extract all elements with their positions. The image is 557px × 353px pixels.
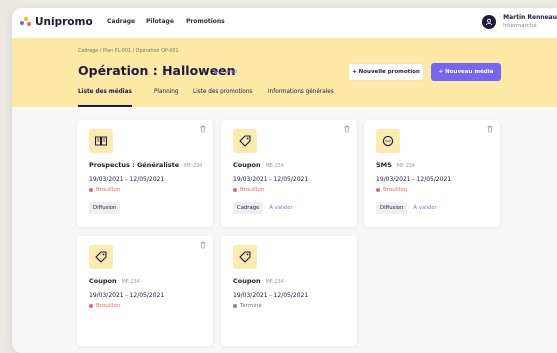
card-title: Prospectus : Généraliste	[89, 161, 180, 169]
card-status-label: Brouillon	[96, 187, 121, 193]
card-status-label: Brouillon	[240, 187, 265, 193]
tag-icon	[233, 129, 257, 153]
status-dot-icon	[214, 70, 217, 74]
card-status: Brouillon	[89, 303, 120, 309]
card-code: ME-234	[265, 280, 284, 285]
card-code: ME-234	[121, 280, 140, 285]
status-label: À venir	[220, 69, 238, 75]
card-tag: Diffusion	[376, 202, 408, 214]
tag-icon	[233, 245, 257, 269]
card-status: Brouillon	[89, 187, 120, 193]
user-org: Intermarché	[503, 23, 537, 29]
card-status: Brouillon	[376, 187, 407, 193]
nav-promotions[interactable]: Promotions	[186, 18, 225, 25]
brand-name: Unipromo	[35, 16, 93, 28]
media-card[interactable]: SMS ME-234 19/03/2021 - 12/05/2021 Broui…	[364, 120, 500, 227]
top-navbar: Unipromo Cadrage Pilotage Promotions Mar…	[12, 8, 557, 38]
card-status-label: Brouillon	[96, 303, 121, 309]
brand-logo[interactable]: Unipromo	[20, 16, 93, 28]
book-icon	[89, 129, 113, 153]
card-tag: Cadrage	[233, 202, 264, 214]
card-status-label: Terminé	[240, 303, 262, 309]
card-title: Coupon	[89, 277, 117, 285]
new-promotion-button[interactable]: + Nouvelle promotion	[348, 63, 424, 81]
card-status: Brouillon	[233, 187, 264, 193]
card-dates: 19/03/2021 - 12/05/2021	[89, 292, 165, 299]
status-dot-icon	[233, 304, 237, 308]
status-dot-icon	[233, 188, 237, 192]
trash-icon[interactable]	[199, 125, 207, 133]
card-dates: 19/03/2021 - 12/05/2021	[376, 176, 452, 183]
card-code: ME-234	[184, 164, 203, 169]
status-dot-icon	[376, 188, 380, 192]
card-dates: 19/03/2021 - 12/05/2021	[233, 176, 309, 183]
app-window: Unipromo Cadrage Pilotage Promotions Mar…	[12, 8, 557, 353]
breadcrumb[interactable]: Cadrage / Plan PL-001 / Opération OP-001	[78, 49, 179, 54]
user-menu[interactable]: Martin Renneau Intermarché	[482, 13, 557, 31]
validate-link[interactable]: À valider	[269, 205, 292, 211]
tab-media-list[interactable]: Liste des médias	[78, 89, 132, 107]
validate-link[interactable]: À valider	[413, 205, 436, 211]
tag-icon	[89, 245, 113, 269]
operation-header: Cadrage / Plan PL-001 / Opération OP-001…	[12, 38, 557, 107]
user-icon	[482, 15, 497, 29]
media-card[interactable]: Coupon ME-234 19/03/2021 - 12/05/2021 Te…	[221, 236, 357, 346]
card-dates: 19/03/2021 - 12/05/2021	[89, 176, 165, 183]
new-media-button[interactable]: + Nouveau média	[431, 63, 501, 81]
card-code: ME-234	[265, 164, 284, 169]
media-card[interactable]: Prospectus : Généraliste ME-234 19/03/20…	[77, 120, 213, 227]
sms-icon	[376, 129, 400, 153]
card-dates: 19/03/2021 - 12/05/2021	[233, 292, 309, 299]
page-title: Opération : Halloween	[78, 63, 236, 78]
card-status: Terminé	[233, 303, 262, 309]
tab-general-info[interactable]: Informations générales	[268, 89, 334, 107]
nav-pilotage[interactable]: Pilotage	[146, 18, 174, 25]
card-tag: Diffusion	[89, 202, 121, 214]
status-dot-icon	[89, 188, 93, 192]
trash-icon[interactable]	[199, 241, 207, 249]
tab-planning[interactable]: Planning	[154, 89, 179, 107]
card-status-label: Brouillon	[383, 187, 408, 193]
card-code: ME-234	[396, 164, 415, 169]
trash-icon[interactable]	[343, 125, 351, 133]
card-title: Coupon	[233, 161, 261, 169]
status-dot-icon	[89, 304, 93, 308]
user-name: Martin Renneau	[503, 14, 557, 21]
logo-icon	[20, 16, 32, 28]
nav-cadrage[interactable]: Cadrage	[107, 18, 135, 25]
status-badge: À venir	[214, 69, 238, 75]
trash-icon[interactable]	[486, 125, 494, 133]
card-title: SMS	[376, 161, 392, 169]
tab-promotions-list[interactable]: Liste des promotions	[193, 89, 252, 107]
media-card[interactable]: Coupon ME-234 19/03/2021 - 12/05/2021 Br…	[77, 236, 213, 346]
card-title: Coupon	[233, 277, 261, 285]
media-card[interactable]: Coupon ME-234 19/03/2021 - 12/05/2021 Br…	[221, 120, 357, 227]
